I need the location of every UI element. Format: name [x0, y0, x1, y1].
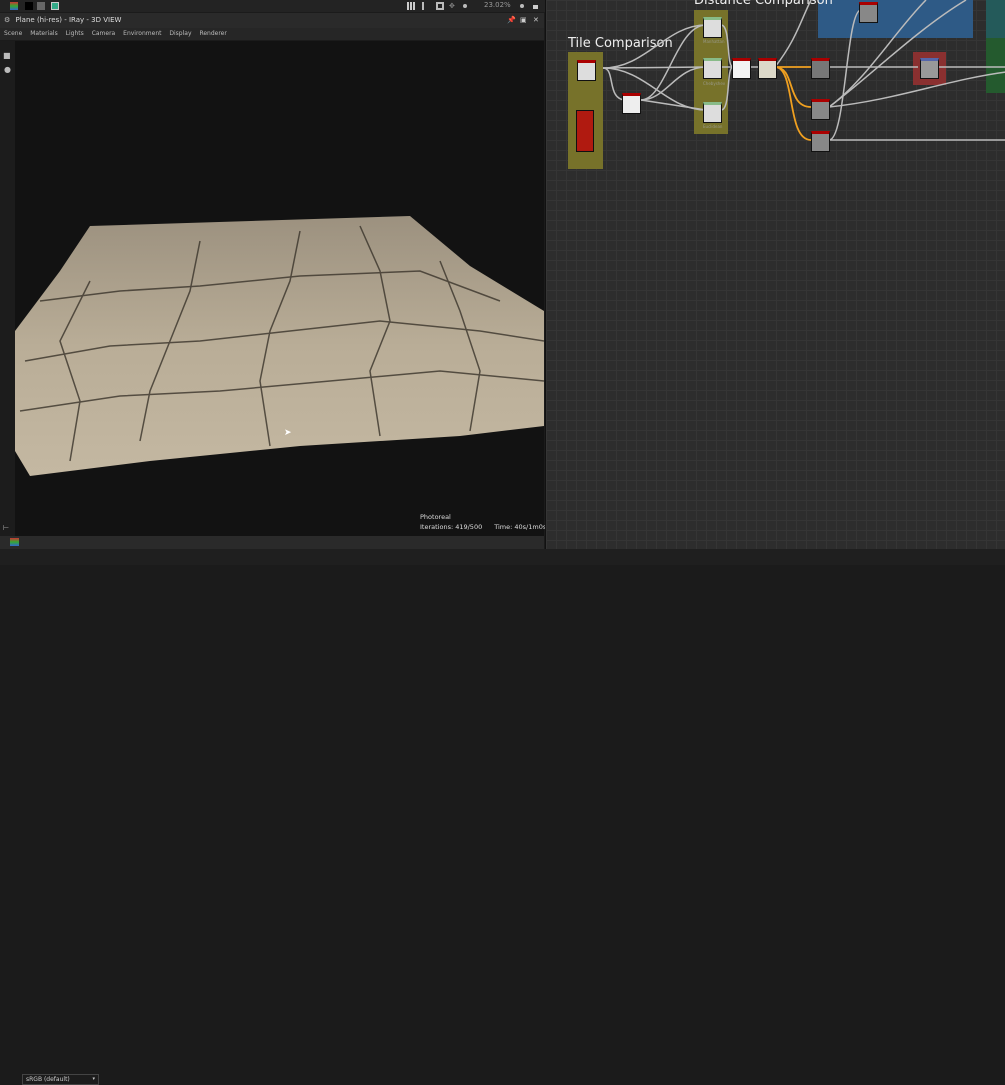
gray-swatch-icon[interactable] — [37, 2, 45, 10]
manhattan-node[interactable] — [703, 17, 722, 38]
render-status: Photoreal Iterations: 419/500 Time: 40s/1… — [420, 512, 546, 532]
chebyshev-node[interactable] — [703, 58, 722, 79]
lock-icon[interactable] — [533, 5, 538, 9]
color-space-icon — [10, 538, 19, 546]
menu-camera[interactable]: Camera — [92, 30, 116, 37]
status-footer — [0, 549, 1005, 565]
viewport-icon: ⚙ — [4, 16, 11, 24]
maximize-icon[interactable]: ▣ — [520, 13, 527, 28]
menu-renderer[interactable]: Renderer — [199, 30, 226, 37]
axis-icon[interactable] — [422, 2, 429, 10]
menu-materials[interactable]: Materials — [30, 30, 58, 37]
menu-display[interactable]: Display — [169, 30, 191, 37]
settings-icon[interactable] — [520, 4, 524, 8]
warp-node[interactable] — [758, 58, 777, 79]
noise-node[interactable] — [920, 58, 939, 79]
viewport-bottombar: sRGB (default) ▾ — [0, 536, 544, 1085]
move-icon[interactable]: ✥ — [449, 2, 457, 10]
pin-icon[interactable]: 📌 — [507, 13, 516, 28]
black-swatch-icon[interactable] — [25, 2, 33, 10]
rendered-terrain — [15, 216, 544, 476]
output-node-1[interactable] — [811, 58, 830, 79]
pattern-node[interactable] — [622, 93, 641, 114]
chebyshev-label: Chebyshev — [703, 81, 726, 86]
display-icon[interactable] — [51, 2, 59, 10]
menu-lights[interactable]: Lights — [66, 30, 84, 37]
zoom-level[interactable]: 23.02% — [484, 1, 511, 9]
iterations: Iterations: 419/500 — [420, 523, 483, 531]
menu-environment[interactable]: Environment — [123, 30, 161, 37]
blend-node[interactable] — [732, 58, 751, 79]
layers-icon[interactable] — [10, 2, 18, 10]
manhattan-label: Manhattan — [703, 39, 725, 44]
output-node-2[interactable] — [811, 99, 830, 120]
euclidean-node[interactable] — [703, 102, 722, 123]
hierarchy-icon[interactable]: ⊢ — [3, 524, 9, 532]
viewport-titlebar: ⚙ Plane (hi-res) - IRay - 3D VIEW 📌 ▣ ✕ — [0, 13, 544, 28]
viewport-menu: Scene Materials Lights Camera Environmen… — [0, 28, 544, 40]
close-icon[interactable]: ✕ — [533, 13, 539, 28]
top-toolbar: ✥ 23.02% — [0, 0, 545, 12]
frame-icon[interactable] — [436, 2, 444, 10]
node-graph[interactable]: Tile Comparison Distance Comparison Manh… — [545, 0, 1005, 549]
render-mode: Photoreal — [420, 513, 451, 521]
output-node-3[interactable] — [811, 131, 830, 152]
viewport-title: Plane (hi-res) - IRay - 3D VIEW — [15, 16, 122, 24]
dot-icon[interactable] — [463, 4, 467, 8]
color-space-dropdown[interactable]: sRGB (default) ▾ — [22, 1074, 99, 1085]
mouse-cursor-icon: ➤ — [284, 428, 292, 438]
render-time: Time: 40s/1m0s — [494, 523, 547, 531]
3d-viewport[interactable]: ➤ — [0, 41, 544, 536]
wires — [602, 0, 1005, 141]
grid-icon[interactable] — [407, 2, 415, 10]
tile-node[interactable] — [577, 60, 596, 81]
camera-icon[interactable]: ■ — [3, 51, 11, 60]
blue-frame-node[interactable] — [859, 2, 878, 23]
euclidean-label: Euclidean — [703, 124, 723, 129]
viewport-side-toolbar: ■ ● ⊢ — [0, 41, 15, 536]
menu-scene[interactable]: Scene — [4, 30, 22, 37]
tile-parameter-node[interactable] — [576, 110, 594, 152]
light-icon[interactable]: ● — [4, 65, 11, 74]
